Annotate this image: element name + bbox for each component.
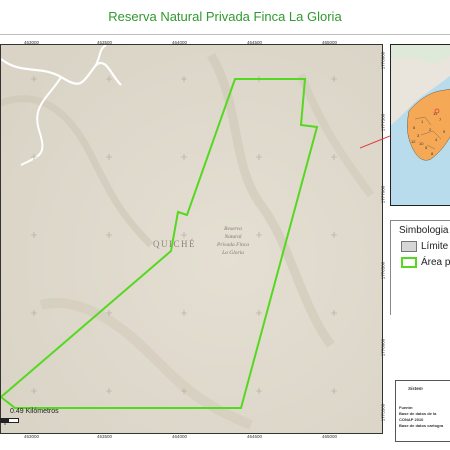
- map-title: Reserva Natural Privada Finca La Gloria: [108, 9, 342, 24]
- inset-canvas: 1 2 3 4 5 6 7 8 9 10 11 12: [391, 45, 450, 205]
- inset-label: 10: [419, 141, 424, 146]
- scale-label: 0.49 Kilómetros: [10, 408, 59, 415]
- legend-item-area: Área pr: [401, 257, 450, 269]
- scale-bar: [0, 418, 19, 423]
- source-line: Base de datos cartogra: [399, 423, 444, 428]
- inset-label: 12: [411, 139, 416, 144]
- green-outline-box-icon: [401, 257, 417, 268]
- reserve-label-line: Natural: [223, 234, 242, 240]
- legend-title: Simbologia: [399, 225, 449, 236]
- x-tick-bottom: 464500: [247, 434, 263, 439]
- y-tick: 1777000: [380, 185, 386, 204]
- source-line: Base de datos de la: [399, 411, 437, 416]
- gray-box-icon: [401, 241, 417, 252]
- scale-zero-label: 0: [4, 421, 7, 426]
- legend-item-limite: Límite: [401, 241, 448, 253]
- y-tick: 1778000: [380, 51, 386, 70]
- x-tick-bottom: 465000: [322, 434, 338, 439]
- main-map[interactable]: QUICHÉ Reserva Natural Privada Finca La …: [0, 44, 383, 434]
- source-line: Fuente:: [399, 405, 414, 410]
- source-line: CONAP 2016: [399, 417, 424, 422]
- reserve-label-line: Reserva: [223, 226, 242, 232]
- x-tick-bottom: 463500: [97, 434, 113, 439]
- y-tick: 1776000: [380, 338, 386, 357]
- x-tick-bottom: 464000: [172, 434, 188, 439]
- legend-item-label: Área pr: [421, 257, 450, 269]
- y-tick: 1775500: [380, 403, 386, 422]
- source-title: Sistem: [408, 386, 423, 391]
- legend-item-label: Límite: [421, 241, 449, 253]
- x-tick-top: 463500: [97, 40, 113, 45]
- locator-pointer: [360, 135, 390, 149]
- x-tick-top: 464000: [172, 40, 188, 45]
- x-tick-top: 465000: [322, 40, 338, 45]
- legend: Simbologia Límite Área pr: [390, 220, 450, 315]
- reserve-label-line: La Gloria: [221, 250, 244, 256]
- y-tick: 1776500: [380, 261, 386, 280]
- source-box: Sistem Fuente: Base de datos de la CONAP…: [395, 380, 450, 442]
- x-tick-top: 463000: [24, 40, 40, 45]
- inset-locator-map[interactable]: 1 2 3 4 5 6 7 8 9 10 11 12: [390, 44, 450, 206]
- x-tick-top: 464500: [247, 40, 263, 45]
- pointer-line: [360, 135, 390, 149]
- map-canvas[interactable]: QUICHÉ Reserva Natural Privada Finca La …: [1, 45, 382, 433]
- title-bar: Reserva Natural Privada Finca La Gloria: [0, 0, 450, 35]
- x-tick-bottom: 463000: [24, 434, 40, 439]
- reserve-label-line: Privada Finca: [216, 242, 249, 248]
- department-label: QUICHÉ: [153, 239, 196, 249]
